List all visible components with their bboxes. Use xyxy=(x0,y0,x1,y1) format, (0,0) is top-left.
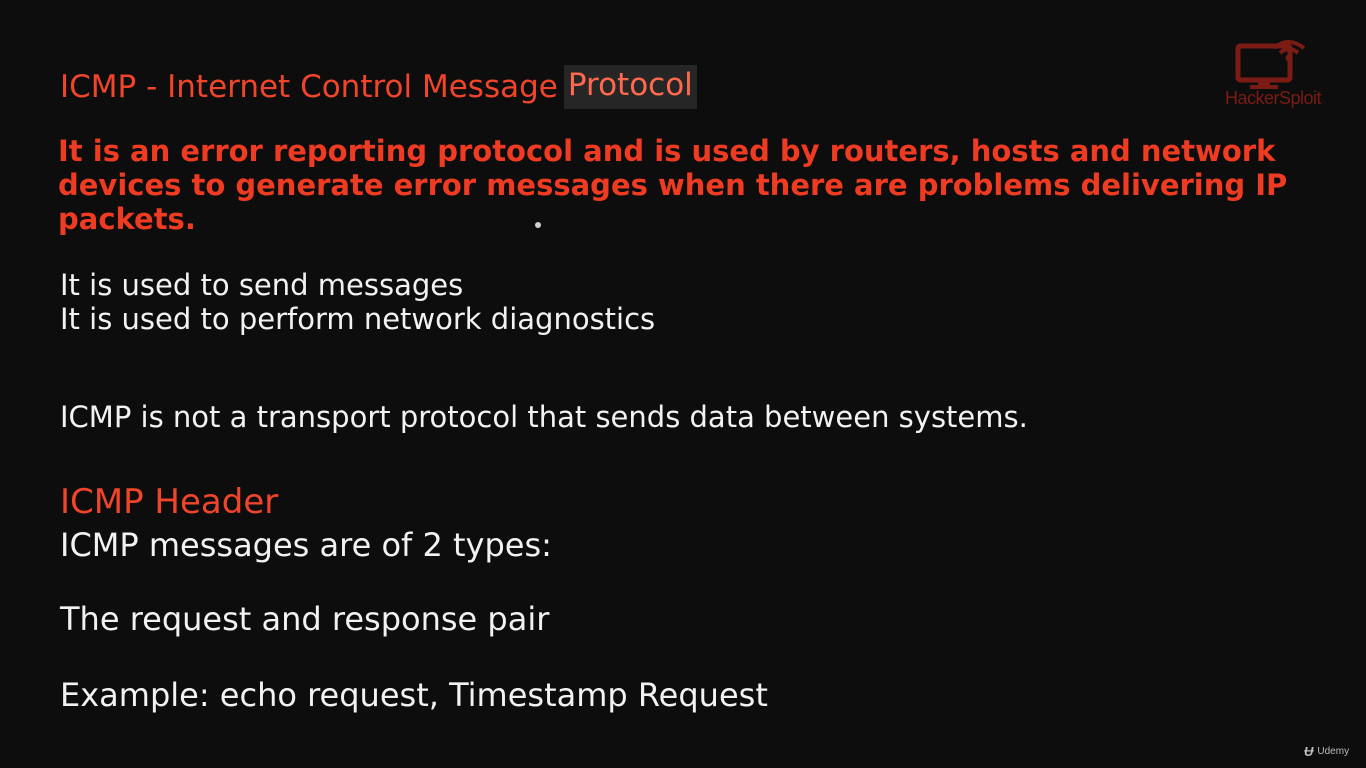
slide: ICMP - Internet Control Message Protocol… xyxy=(0,0,1366,768)
udemy-watermark: Ʉ Udemy xyxy=(1304,744,1349,759)
udemy-logo-icon: Ʉ xyxy=(1304,744,1314,759)
slide-title-highlighted-word: Protocol xyxy=(563,65,697,109)
intro-paragraph: It is an error reporting protocol and is… xyxy=(58,134,1288,236)
hackersploit-logo-text: HackerSploit xyxy=(1224,88,1322,108)
request-response-line: The request and response pair xyxy=(60,600,550,638)
bullet-network-diagnostics: It is used to perform network diagnostic… xyxy=(60,302,656,336)
section-heading-icmp-header: ICMP Header xyxy=(60,482,279,522)
monitor-wifi-icon xyxy=(1235,40,1306,89)
statement-not-transport: ICMP is not a transport protocol that se… xyxy=(60,400,1028,434)
slide-title: ICMP - Internet Control Message Protocol xyxy=(60,62,697,112)
example-line: Example: echo request, Timestamp Request xyxy=(60,676,768,714)
message-types-line: ICMP messages are of 2 types: xyxy=(60,526,552,564)
slide-title-text: ICMP - Internet Control Message xyxy=(60,69,558,105)
bullet-send-messages: It is used to send messages xyxy=(60,268,464,302)
hackersploit-logo: HackerSploit xyxy=(1202,38,1344,116)
mouse-cursor xyxy=(535,222,541,228)
udemy-watermark-text: Udemy xyxy=(1317,746,1350,757)
